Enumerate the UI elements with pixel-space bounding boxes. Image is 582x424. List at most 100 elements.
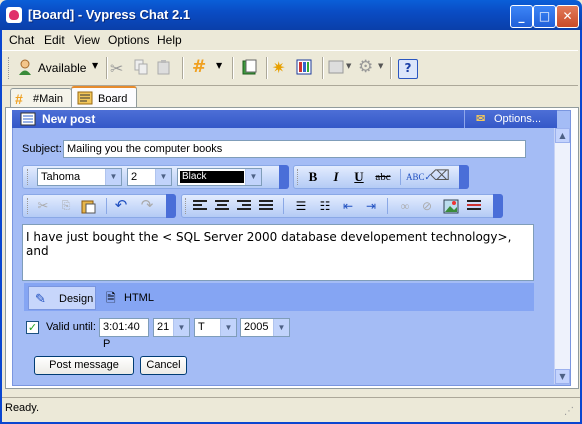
menu-edit[interactable]: Edit — [44, 33, 65, 47]
tab-design[interactable]: ✎ Design — [28, 286, 96, 310]
sparkle-icon[interactable]: ✷ — [272, 58, 290, 77]
close-button[interactable]: ✕ — [556, 5, 579, 28]
paste-icon[interactable] — [156, 59, 174, 77]
scroll-down-button[interactable]: ▼ — [555, 369, 570, 384]
toolbar-separator — [182, 57, 184, 79]
paste-icon[interactable] — [80, 198, 96, 214]
justify-icon[interactable] — [259, 200, 273, 212]
subject-input[interactable]: Mailing you the computer books — [63, 140, 526, 158]
chevron-down-icon[interactable]: ▼ — [155, 169, 171, 185]
spellcheck-icon[interactable]: ABC✓ — [406, 168, 432, 186]
toolbar-overflow-chevron[interactable] — [166, 194, 176, 218]
tab-label: #Main — [33, 93, 63, 105]
bullet-list-icon[interactable]: ☰ — [292, 197, 310, 215]
chevron-down-icon[interactable]: ▼ — [273, 319, 289, 336]
align-left-icon[interactable] — [193, 200, 207, 212]
link-icon[interactable]: ∞ — [396, 197, 414, 215]
chevron-down-icon[interactable]: ▼ — [173, 319, 189, 336]
chevron-down-icon[interactable]: ▼ — [220, 319, 236, 336]
message-board-icon[interactable] — [242, 59, 260, 77]
gear-icon[interactable]: ⚙ — [358, 57, 376, 77]
italic-button[interactable]: I — [327, 168, 345, 186]
toolbar-overflow-chevron[interactable] — [459, 165, 469, 189]
maximize-button[interactable]: □ — [533, 5, 556, 28]
tab-main[interactable]: # #Main — [10, 88, 72, 109]
subject-label: Subject: — [22, 143, 62, 155]
align-center-icon[interactable] — [215, 200, 229, 212]
copy-icon[interactable] — [133, 59, 151, 77]
toolbar-grip[interactable] — [185, 198, 189, 214]
status-dropdown[interactable]: Available ▼ — [16, 57, 102, 79]
valid-month-value: T — [198, 321, 205, 333]
numbered-list-icon[interactable]: ☷ — [316, 197, 334, 215]
channel-hash-icon[interactable]: # — [192, 57, 210, 77]
toolbar-grip[interactable] — [27, 169, 31, 185]
chevron-down-icon[interactable]: ▼ — [378, 62, 383, 70]
chevron-down-icon[interactable]: ▼ — [105, 169, 121, 185]
menu-bar: Chat Edit View Options Help — [2, 30, 580, 49]
chevron-down-icon[interactable]: ▼ — [346, 62, 351, 70]
valid-time-input[interactable]: 3:01:40 P — [99, 318, 149, 350]
toolbar-overflow-chevron[interactable] — [493, 194, 503, 218]
cut-icon[interactable]: ✂ — [110, 59, 128, 78]
scroll-up-button[interactable]: ▲ — [555, 128, 570, 143]
image-icon[interactable] — [443, 199, 459, 214]
undo-icon[interactable]: ↶ — [112, 197, 130, 215]
tab-html[interactable]: 🗎 HTML — [104, 286, 164, 310]
menu-view[interactable]: View — [74, 33, 100, 47]
cancel-button[interactable]: Cancel — [140, 356, 187, 375]
tab-design-label: Design — [59, 293, 94, 305]
size-value: 2 — [131, 171, 138, 183]
toolbar-separator — [400, 169, 401, 185]
resize-grip-icon[interactable]: ⋰ — [564, 406, 574, 417]
window-title: [Board] - Vypress Chat 2.1 — [28, 7, 191, 22]
unlink-icon[interactable]: ⊘ — [418, 197, 436, 215]
toolbar-grip[interactable] — [27, 198, 31, 214]
strikethrough-button[interactable]: abc — [372, 168, 394, 186]
chat-tabs: # #Main Board — [2, 86, 578, 110]
valid-day-value: 21 — [157, 321, 170, 333]
channel-hash-icon: # — [15, 91, 23, 107]
app-heart-icon[interactable] — [6, 7, 22, 23]
toolbar-grip[interactable] — [297, 169, 301, 185]
minimize-button[interactable]: _ — [510, 5, 533, 28]
help-icon[interactable]: ? — [398, 59, 418, 79]
message-editor[interactable]: I have just bought the < SQL Server 2000… — [22, 224, 534, 281]
valid-month-select[interactable]: T ▼ — [194, 318, 237, 337]
bold-button[interactable]: B — [304, 168, 322, 186]
options-link[interactable]: Options... — [494, 113, 541, 125]
font-combo[interactable]: Tahoma ▼ — [37, 168, 122, 186]
post-message-button[interactable]: Post message — [34, 356, 134, 375]
toolbar-overflow-chevron[interactable] — [279, 165, 289, 189]
address-book-icon[interactable] — [296, 59, 314, 77]
toolbar-separator — [283, 198, 284, 214]
menu-options[interactable]: Options — [108, 33, 149, 47]
cut-icon[interactable]: ✂ — [34, 197, 52, 215]
horizontal-rule-icon[interactable] — [467, 200, 481, 212]
valid-until-checkbox[interactable]: ✓ — [26, 321, 39, 334]
valid-year-select[interactable]: 2005 ▼ — [240, 318, 290, 337]
eraser-icon[interactable]: ⌫ — [430, 168, 450, 186]
toolbar-grip[interactable] — [8, 57, 12, 79]
chevron-down-icon[interactable]: ▼ — [216, 61, 222, 70]
copy-icon[interactable]: ⎘ — [57, 197, 75, 215]
tab-label: Board — [98, 93, 128, 105]
valid-day-select[interactable]: 21 ▼ — [153, 318, 190, 337]
align-right-icon[interactable] — [237, 200, 251, 212]
window-icon[interactable] — [328, 59, 346, 77]
indent-icon[interactable]: ⇥ — [362, 197, 380, 215]
color-combo[interactable]: Black ▼ — [177, 168, 262, 186]
html-document-icon: 🗎 — [106, 291, 116, 305]
size-combo[interactable]: 2 ▼ — [127, 168, 172, 186]
toolbar-separator — [266, 57, 268, 79]
chevron-down-icon: ▼ — [92, 61, 99, 70]
menu-chat[interactable]: Chat — [9, 33, 34, 47]
redo-icon[interactable]: ↷ — [138, 197, 156, 215]
options-icon[interactable]: ✉ — [476, 112, 485, 125]
underline-button[interactable]: U — [350, 168, 368, 186]
menu-help[interactable]: Help — [157, 33, 182, 47]
panel-scrollbar[interactable]: ▲ ▼ — [554, 128, 570, 384]
panel-header: New post ✉ Options... — [12, 110, 557, 128]
outdent-icon[interactable]: ⇤ — [339, 197, 357, 215]
chevron-down-icon[interactable]: ▼ — [245, 169, 261, 185]
